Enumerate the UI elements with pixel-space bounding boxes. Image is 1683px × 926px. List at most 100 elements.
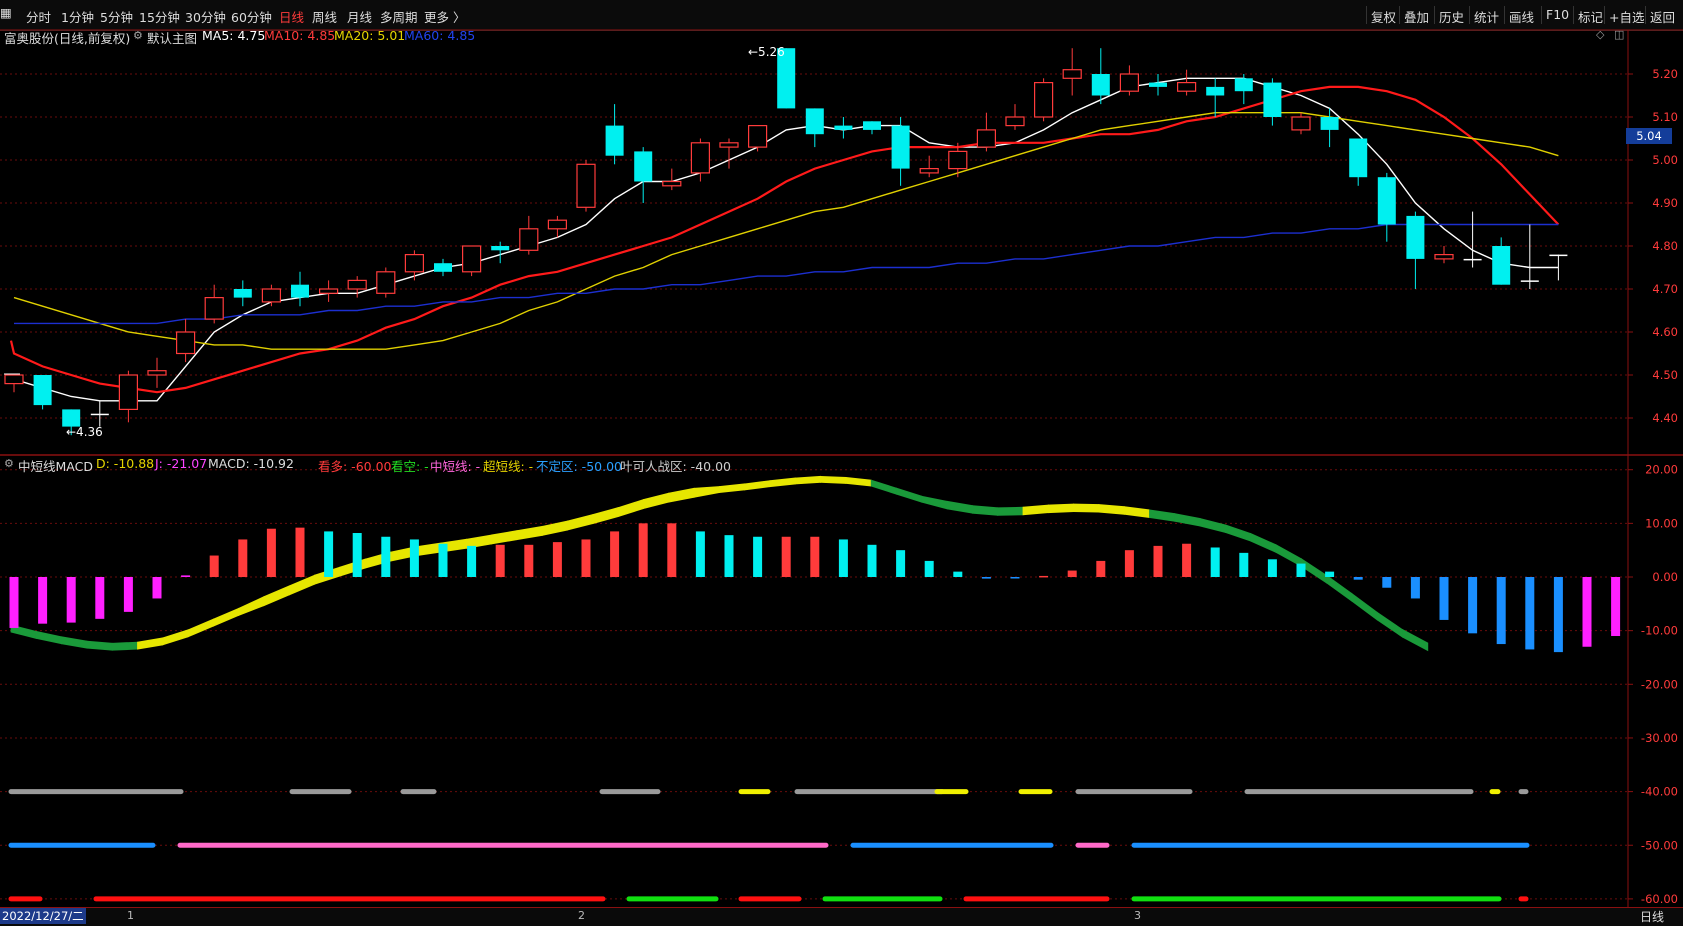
zhongduan-label: 中短线: - [430, 459, 481, 474]
month-label: 1 [127, 909, 134, 922]
chaoduan-label: 超短线: - [483, 459, 534, 474]
candle-body [605, 125, 624, 156]
candle-body [1206, 86, 1225, 96]
candle-body [1091, 74, 1110, 96]
candle [1263, 78, 1282, 126]
indicator-name[interactable]: 中短线MACD [18, 456, 93, 475]
candle [33, 375, 52, 410]
macd-band [35, 630, 62, 645]
macd-band [1402, 628, 1429, 652]
ma5-label: MA5: 4.75 [202, 28, 266, 43]
candle-body [863, 121, 881, 130]
macd-band [769, 477, 796, 488]
y-tick-label: -30.00 [1641, 731, 1678, 745]
candle [434, 258, 452, 277]
ma10-label: MA10: 4.85 [264, 28, 336, 43]
template-label[interactable]: 默认主图 [147, 28, 197, 47]
candle-body [90, 413, 109, 416]
macd-bar [266, 528, 276, 577]
candle-body [1406, 215, 1425, 259]
candle-body [404, 254, 424, 273]
macd-band [212, 607, 240, 627]
macd-bar [1553, 577, 1563, 653]
candle [834, 117, 853, 139]
macd-band [972, 505, 999, 516]
period-indicator[interactable]: 日线 [1640, 908, 1664, 925]
macd-bar [1439, 577, 1449, 620]
macd-bar [123, 577, 133, 612]
candle [1291, 112, 1311, 135]
candle-body [491, 246, 510, 251]
macd-bar [1096, 560, 1106, 577]
candle [1119, 65, 1140, 96]
ma20-label: MA20: 5.01 [334, 28, 406, 43]
macd-band [288, 574, 316, 596]
candle [747, 124, 768, 152]
y-tick-label: 4.70 [1652, 282, 1678, 296]
candle [605, 104, 624, 165]
candle-body [662, 180, 682, 187]
candle-body [434, 263, 452, 272]
macd-bar [981, 577, 991, 579]
candle-body [1234, 78, 1253, 92]
macd-band [263, 585, 290, 607]
macd-bar [953, 571, 963, 577]
macd-bar [66, 577, 76, 623]
macd-bar [1611, 577, 1621, 637]
macd-bar [581, 539, 591, 577]
current-price-tag: 5.04 [1626, 128, 1672, 144]
stock-title: 富奥股份(日线,前复权) [4, 31, 131, 46]
macd-bar [1410, 577, 1420, 599]
status-bar [0, 907, 1683, 926]
candle-body [1119, 73, 1140, 92]
kanduo-label: 看多: -60.00 [318, 459, 392, 474]
candle [576, 160, 596, 212]
candle [147, 357, 167, 388]
macd-bar [667, 523, 677, 577]
candle-body [834, 125, 853, 130]
macd-bar [1353, 577, 1363, 580]
indicator-gear-icon[interactable]: ⚙ [4, 457, 14, 470]
y-tick-label: 4.50 [1652, 368, 1678, 382]
candle [1377, 172, 1396, 242]
candle [1349, 138, 1368, 186]
macd-bar [1525, 577, 1535, 650]
candle-body [690, 142, 711, 174]
macd-bar [552, 542, 562, 577]
macd-band [1022, 504, 1049, 516]
y-tick-label: 0.00 [1652, 570, 1678, 584]
candle-body [1520, 280, 1539, 282]
macd-band [1376, 611, 1403, 638]
macd-band [86, 640, 113, 651]
macd-bar [1182, 543, 1192, 577]
candle-body [805, 108, 824, 135]
macd-bar [324, 531, 334, 577]
y-tick-label: -10.00 [1641, 624, 1678, 638]
window-icon[interactable]: ◫ [1614, 28, 1624, 41]
macd-band [567, 514, 594, 531]
macd-band [744, 480, 771, 491]
candle-body [1176, 81, 1197, 92]
candle [204, 284, 224, 324]
macd-bar [867, 544, 877, 577]
macd-bar [238, 539, 248, 577]
y-tick-label: 4.40 [1652, 411, 1678, 425]
macd-band [111, 641, 138, 651]
candle-body [919, 168, 939, 174]
y-tick-label: 4.60 [1652, 325, 1678, 339]
macd-bar [209, 555, 219, 577]
macd-bar [896, 550, 906, 577]
low-price-marker: ←4.36 [66, 425, 103, 439]
j-label: J: -21.07 [155, 456, 208, 471]
macd-bar [638, 523, 648, 577]
macd-bar [1067, 570, 1077, 577]
candle-body [33, 375, 52, 406]
macd-bar [95, 577, 105, 619]
template-gear-icon[interactable]: ⚙ [133, 29, 143, 42]
ma-line-ma60 [14, 223, 1559, 325]
macd-bar [838, 539, 848, 577]
macd-band [617, 498, 644, 518]
macd-bar [1296, 563, 1306, 577]
diamond-icon[interactable]: ◇ [1596, 28, 1604, 41]
macd-bar [524, 544, 534, 577]
